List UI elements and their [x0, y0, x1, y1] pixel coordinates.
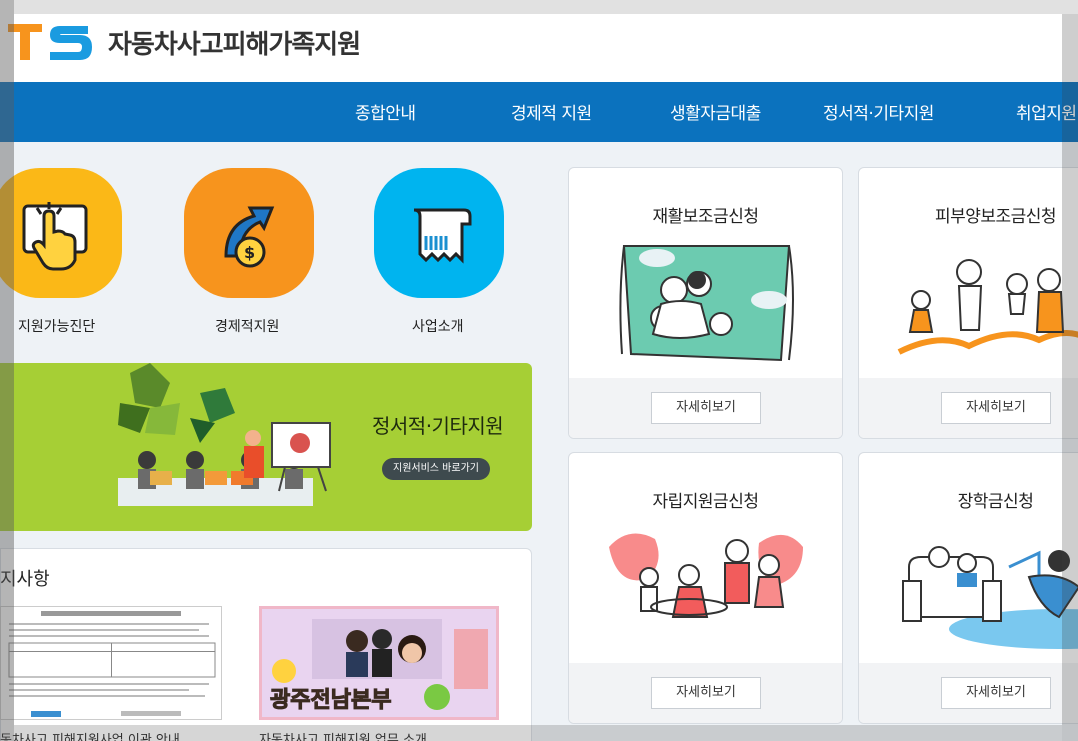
svg-text:$: $	[244, 243, 255, 262]
ts-logo-icon[interactable]	[8, 22, 92, 62]
quick-economic-label: 경제적지원	[215, 319, 280, 335]
card-title: 피부양보조금신청	[934, 207, 1057, 227]
overlay-frame-right	[1062, 14, 1078, 741]
touch-hand-icon	[22, 202, 88, 271]
emotional-support-banner[interactable]	[0, 363, 532, 531]
family-window-illustration	[619, 245, 794, 362]
site-title[interactable]: 자동차사고피해가족지원	[108, 24, 361, 61]
quick-diagnosis-button[interactable]	[0, 168, 122, 298]
card-independence-fund[interactable]: 자립지원금신청 자세히보기	[568, 452, 843, 724]
document-preview-image	[8, 611, 216, 717]
page: 자동차사고피해가족지원 종합안내 경제적 지원 생활자금대출 정서적·기타지원 …	[0, 0, 1078, 741]
card-title: 장학금신청	[957, 492, 1034, 512]
nav-item-emotional-support[interactable]: 정서적·기타지원	[823, 99, 934, 124]
card-scholarship[interactable]: 장학금신청 자세히보기	[858, 452, 1078, 724]
overlay-frame-left	[0, 0, 14, 741]
overlay-frame-bottom	[14, 725, 1062, 741]
main-nav: 종합안내 경제적 지원 생활자금대출 정서적·기타지원 취업지원	[0, 82, 1078, 142]
notice-thumbnail-video[interactable]: 광주전남본부	[259, 606, 499, 720]
support-service-shortcut-button[interactable]: 지원서비스 바로가기	[382, 458, 490, 480]
coin-arrow-icon: $	[224, 206, 275, 268]
notice-thumbnail-document[interactable]	[0, 606, 222, 720]
card-detail-button[interactable]: 자세히보기	[941, 392, 1051, 424]
video-preview-image: 광주전남본부	[262, 609, 496, 717]
quick-business-intro-button[interactable]	[374, 168, 504, 298]
family-walking-illustration	[897, 259, 1078, 355]
banner-title: 정서적·기타지원	[372, 414, 504, 438]
nav-item-overview[interactable]: 종합안내	[355, 99, 416, 124]
card-rehab-subsidy[interactable]: 재활보조금신청 자세히보기	[568, 167, 843, 439]
video-thumbnail-text: 광주전남본부	[270, 688, 391, 713]
quick-diagnosis-label: 지원가능진단	[18, 319, 96, 335]
overlay-frame-top	[14, 0, 1078, 14]
nav-item-economic-support[interactable]: 경제적 지원	[511, 99, 592, 124]
nav-item-living-loan[interactable]: 생활자금대출	[670, 99, 761, 124]
card-dependent-subsidy[interactable]: 피부양보조금신청 자세히보기	[858, 167, 1078, 439]
card-detail-button[interactable]: 자세히보기	[941, 677, 1051, 709]
receipt-icon	[413, 208, 472, 264]
quick-economic-button[interactable]: $	[184, 168, 314, 298]
card-detail-button[interactable]: 자세히보기	[651, 392, 761, 424]
banner-illustration	[118, 363, 331, 506]
card-title: 자립지원금신청	[652, 492, 759, 512]
family-sofa-illustration	[902, 546, 1078, 649]
card-detail-button[interactable]: 자세히보기	[651, 677, 761, 709]
family-celebration-illustration	[609, 533, 803, 618]
card-title: 재활보조금신청	[652, 207, 759, 227]
quick-business-intro-label: 사업소개	[412, 319, 464, 335]
